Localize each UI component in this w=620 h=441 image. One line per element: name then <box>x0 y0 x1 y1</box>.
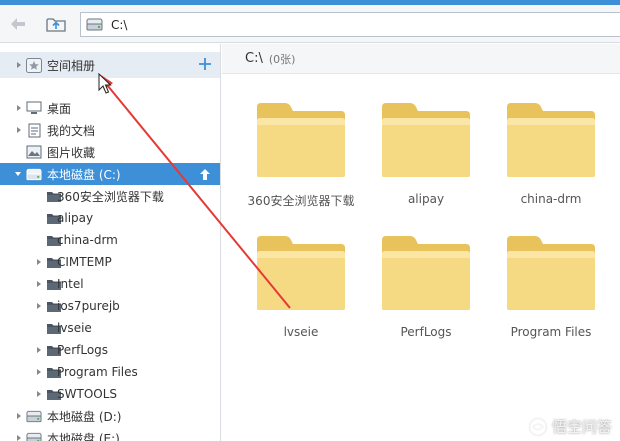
folder-item[interactable]: china-drm <box>475 101 595 221</box>
sidebar-item-label: 空间相册 <box>47 58 96 73</box>
expand-triangle-icon[interactable] <box>17 126 21 133</box>
sidebar-item-label: SWTOOLS <box>57 387 118 401</box>
folder-icon <box>380 101 472 179</box>
sidebar-item-label: lvseie <box>57 321 92 335</box>
folder-icon <box>505 234 597 312</box>
sidebar-item-4[interactable]: 本地磁盘 (C:) <box>0 163 220 185</box>
photo-count: (0张) <box>268 52 296 66</box>
current-path: C:\ <box>245 51 263 66</box>
sidebar-item-3[interactable]: 图片收藏 <box>0 141 220 163</box>
wukong-logo-icon <box>528 417 548 436</box>
sidebar-item-label: 桌面 <box>47 101 72 116</box>
folder-item[interactable]: Program Files <box>475 234 595 354</box>
sidebar-item-label: 本地磁盘 (C:) <box>47 167 121 182</box>
expand-triangle-icon[interactable] <box>37 346 41 353</box>
file-view: C:\ (0张) 360安全浏览器下载 alipay china-drm lvseie… <box>222 44 620 441</box>
plus-icon <box>199 58 211 70</box>
desktop-icon <box>26 101 42 115</box>
drive-icon <box>26 431 42 441</box>
sidebar-item-label: alipay <box>57 211 94 225</box>
drive-icon <box>26 167 42 181</box>
toolbar: C:\ <box>0 5 620 43</box>
sidebar-item-label: ios7purejb <box>57 299 120 313</box>
back-button[interactable] <box>6 13 30 35</box>
sidebar-item-label: 本地磁盘 (E:) <box>47 431 120 441</box>
watermark-text: 悟空问答 <box>551 418 612 436</box>
sidebar-item-1[interactable]: 桌面 <box>0 97 220 119</box>
sidebar-item-album[interactable]: 空间相册 <box>0 52 220 78</box>
folder-item[interactable]: lvseie <box>225 234 345 354</box>
expand-triangle-icon[interactable] <box>37 280 41 287</box>
up-folder-button[interactable] <box>44 13 68 35</box>
address-bar[interactable]: C:\ <box>80 12 620 37</box>
sidebar-item-14[interactable]: SWTOOLS <box>0 383 220 405</box>
folder-icon <box>380 234 472 312</box>
sidebar-item-13[interactable]: Program Files <box>0 361 220 383</box>
watermark: 悟空问答 <box>528 416 612 437</box>
sidebar-item-7[interactable]: china-drm <box>0 229 220 251</box>
sidebar-tree: 空间相册 桌面我的文档图片收藏本地磁盘 (C:) 360安全浏览器下载 alipay… <box>0 44 221 441</box>
sidebar-item-label: Program Files <box>57 365 138 379</box>
up-folder-icon <box>46 18 66 32</box>
expand-triangle-icon[interactable] <box>17 62 21 68</box>
folder-item[interactable]: PerfLogs <box>350 234 470 354</box>
sidebar-item-label: 360安全浏览器下载 <box>57 189 164 204</box>
expand-triangle-icon[interactable] <box>37 302 41 309</box>
folder-item[interactable]: alipay <box>350 101 470 221</box>
documents-icon <box>26 123 42 137</box>
sidebar-item-5[interactable]: 360安全浏览器下载 <box>0 185 220 207</box>
drive-icon <box>26 409 42 423</box>
folder-label: Program Files <box>510 325 592 339</box>
collapse-triangle-icon[interactable] <box>15 172 21 176</box>
folder-label: china-drm <box>520 192 582 206</box>
album-star-icon <box>26 57 42 73</box>
sidebar-item-9[interactable]: Intel <box>0 273 220 295</box>
up-arrow-icon <box>200 168 210 180</box>
sidebar-item-8[interactable]: CIMTEMP <box>0 251 220 273</box>
sidebar-item-15[interactable]: 本地磁盘 (D:) <box>0 405 220 427</box>
sidebar-item-2[interactable]: 我的文档 <box>0 119 220 141</box>
sidebar-item-label: 我的文档 <box>47 123 96 138</box>
expand-triangle-icon[interactable] <box>37 258 41 265</box>
sidebar-item-label: PerfLogs <box>57 343 109 357</box>
pictures-icon <box>26 145 42 159</box>
folder-item[interactable]: 360安全浏览器下载 <box>225 101 354 221</box>
sidebar-item-11[interactable]: lvseie <box>0 317 220 339</box>
sidebar-item-label: Intel <box>57 277 84 291</box>
expand-triangle-icon[interactable] <box>37 368 41 375</box>
sidebar-item-12[interactable]: PerfLogs <box>0 339 220 361</box>
folder-icon <box>255 101 347 179</box>
sidebar-item-label: CIMTEMP <box>57 255 112 269</box>
expand-triangle-icon[interactable] <box>17 412 21 419</box>
folder-icon <box>505 101 597 179</box>
sidebar-item-16[interactable]: 本地磁盘 (E:) <box>0 427 220 441</box>
drive-icon <box>86 18 104 32</box>
back-arrow-icon <box>11 18 25 30</box>
go-up-button[interactable] <box>197 166 213 182</box>
sidebar-item-label: china-drm <box>57 233 118 247</box>
address-text: C:\ <box>111 17 128 32</box>
sidebar-item-10[interactable]: ios7purejb <box>0 295 220 317</box>
folder-icon <box>255 234 347 312</box>
sidebar-item-label: 本地磁盘 (D:) <box>47 409 122 424</box>
expand-triangle-icon[interactable] <box>37 390 41 397</box>
expand-triangle-icon[interactable] <box>17 104 21 111</box>
add-album-button[interactable] <box>197 56 213 72</box>
sidebar-item-6[interactable]: alipay <box>0 207 220 229</box>
path-header: C:\ (0张) <box>222 44 620 74</box>
expand-triangle-icon[interactable] <box>17 434 21 441</box>
sidebar-item-label: 图片收藏 <box>47 145 96 160</box>
